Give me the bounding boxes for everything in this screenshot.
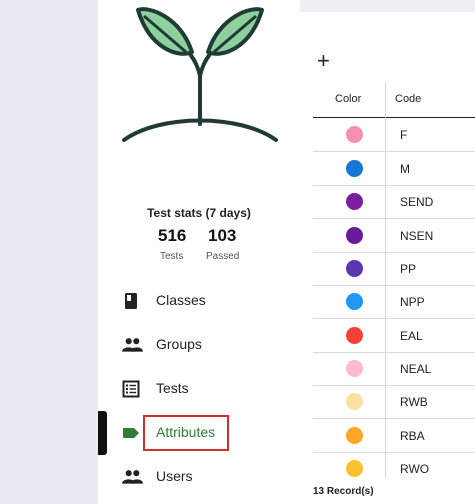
table-row[interactable]: F <box>313 118 475 152</box>
nav-item-users[interactable]: Users <box>98 457 300 497</box>
table-row[interactable]: PP <box>313 252 475 286</box>
color-swatch <box>346 193 363 210</box>
code-column-header[interactable]: Code <box>395 93 421 105</box>
nav-item-groups[interactable]: Groups <box>98 325 300 365</box>
code-cell: F <box>400 128 408 142</box>
code-cell: EAL <box>400 329 423 343</box>
column-divider <box>385 83 386 477</box>
color-swatch <box>346 293 363 310</box>
color-column-header[interactable]: Color <box>335 93 361 105</box>
tests-count: 516 <box>158 226 187 245</box>
code-cell: M <box>400 162 410 176</box>
code-cell: RBA <box>400 429 425 443</box>
table-row[interactable]: EAL <box>313 319 475 353</box>
code-cell: NSEN <box>400 229 434 243</box>
nav-label-users: Users <box>156 468 193 484</box>
nav-item-classes[interactable]: Classes <box>98 281 300 321</box>
tests-label: Tests <box>160 251 184 262</box>
color-swatch <box>346 327 363 344</box>
code-cell: RWB <box>400 395 428 409</box>
color-swatch <box>346 460 363 477</box>
color-swatch <box>346 260 363 277</box>
table-row[interactable]: RBA <box>313 419 475 453</box>
records-count: 13 Record(s) <box>313 486 374 497</box>
code-cell: RWO <box>400 462 430 476</box>
list-icon <box>122 380 140 398</box>
book-icon <box>125 293 137 309</box>
code-cell: NEAL <box>400 362 432 376</box>
code-cell: PP <box>400 262 417 276</box>
test-stats-title: Test stats (7 days) <box>147 206 251 220</box>
passed-label: Passed <box>206 251 240 262</box>
people-icon <box>122 338 143 352</box>
color-swatch <box>346 393 363 410</box>
plant-logo <box>122 7 278 142</box>
color-swatch <box>346 126 363 143</box>
color-swatch <box>346 360 363 377</box>
table-row[interactable]: SEND <box>313 185 475 219</box>
table-row[interactable]: NSEN <box>313 219 475 253</box>
table-row[interactable]: NEAL <box>313 352 475 386</box>
code-cell: NPP <box>400 295 425 309</box>
top-strip <box>300 0 475 12</box>
table-row[interactable]: RWO <box>313 452 475 477</box>
table-row[interactable]: NPP <box>313 285 475 319</box>
table-row[interactable]: RWB <box>313 385 475 419</box>
nav-label-tests: Tests <box>156 380 189 396</box>
users-icon <box>122 470 143 484</box>
color-swatch <box>346 227 363 244</box>
color-swatch <box>346 427 363 444</box>
code-cell: SEND <box>400 195 434 209</box>
table-row[interactable]: M <box>313 152 475 186</box>
nav-label-classes: Classes <box>156 292 206 308</box>
nav-label-groups: Groups <box>156 336 202 352</box>
highlight-box <box>143 415 229 451</box>
nav-item-tests[interactable]: Tests <box>98 369 300 409</box>
tag-icon <box>123 428 139 438</box>
color-swatch <box>346 160 363 177</box>
add-button[interactable]: + <box>317 50 330 72</box>
passed-count: 103 <box>208 226 237 245</box>
